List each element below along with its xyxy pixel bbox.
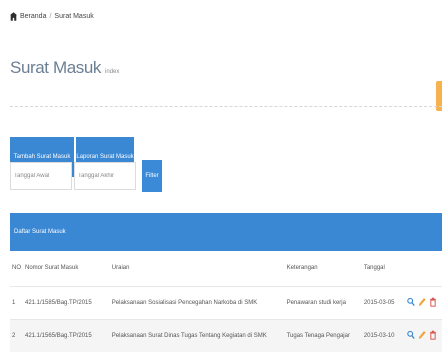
cell-nomor: 421.1/1565/Bag.TP/2015 [25, 332, 92, 339]
surat-masuk-table: NO Nomor Surat Masuk Uraian Keterangan T… [10, 251, 442, 352]
table-row: 1 421.1/1585/Bag.TP/2015 Pelaksanaan Sos… [10, 286, 442, 319]
page-subtitle: index [105, 69, 120, 75]
cell-uraian: Pelaksanaan Sosialisasi Pencegahan Narko… [111, 299, 258, 306]
cell-actions [405, 319, 442, 352]
table-row: 2 421.1/1565/Bag.TP/2015 Pelaksanaan Sur… [10, 319, 442, 352]
pencil-icon[interactable] [418, 297, 426, 307]
col-no: NO [12, 265, 21, 272]
magnifier-icon[interactable] [407, 297, 415, 307]
trash-icon[interactable] [429, 297, 437, 307]
date-filter: Filter [10, 160, 162, 192]
start-date-input[interactable] [10, 162, 72, 190]
cell-no: 1 [12, 299, 16, 306]
end-date-input[interactable] [74, 162, 136, 190]
table-header-row: NO Nomor Surat Masuk Uraian Keterangan T… [10, 251, 442, 286]
magnifier-icon[interactable] [407, 330, 415, 340]
page-title: Surat Masuk [10, 58, 102, 77]
breadcrumb-current: Surat Masuk [54, 13, 94, 20]
page-header: Surat Masuk index [10, 58, 119, 78]
cell-nomor: 421.1/1585/Bag.TP/2015 [25, 299, 92, 306]
trash-icon[interactable] [429, 330, 437, 340]
cell-actions [405, 286, 442, 319]
breadcrumb-separator: / [49, 13, 52, 20]
pencil-icon[interactable] [418, 330, 426, 340]
col-actions [405, 251, 442, 286]
cell-keterangan: Tugas Tenaga Pengajar [286, 332, 350, 339]
breadcrumb-home[interactable]: Beranda [20, 13, 46, 20]
cell-keterangan: Penawaran studi kerja [286, 299, 346, 306]
cell-tanggal: 2015-03-05 [363, 299, 395, 306]
col-uraian: Uraian [111, 265, 130, 272]
header-divider [10, 106, 442, 107]
breadcrumb: Beranda / Surat Masuk [10, 12, 94, 21]
col-keterangan: Keterangan [286, 265, 318, 272]
col-tanggal: Tanggal [363, 265, 385, 272]
col-nomor: Nomor Surat Masuk [25, 265, 79, 272]
home-icon[interactable] [10, 12, 17, 21]
filter-button[interactable]: Filter [142, 160, 162, 192]
cell-no: 2 [12, 332, 16, 339]
cell-uraian: Pelaksanaan Surat Dinas Tugas Tentang Ke… [111, 332, 267, 339]
cell-tanggal: 2015-03-10 [363, 332, 395, 339]
panel-heading: Daftar Surat Masuk [10, 213, 442, 251]
